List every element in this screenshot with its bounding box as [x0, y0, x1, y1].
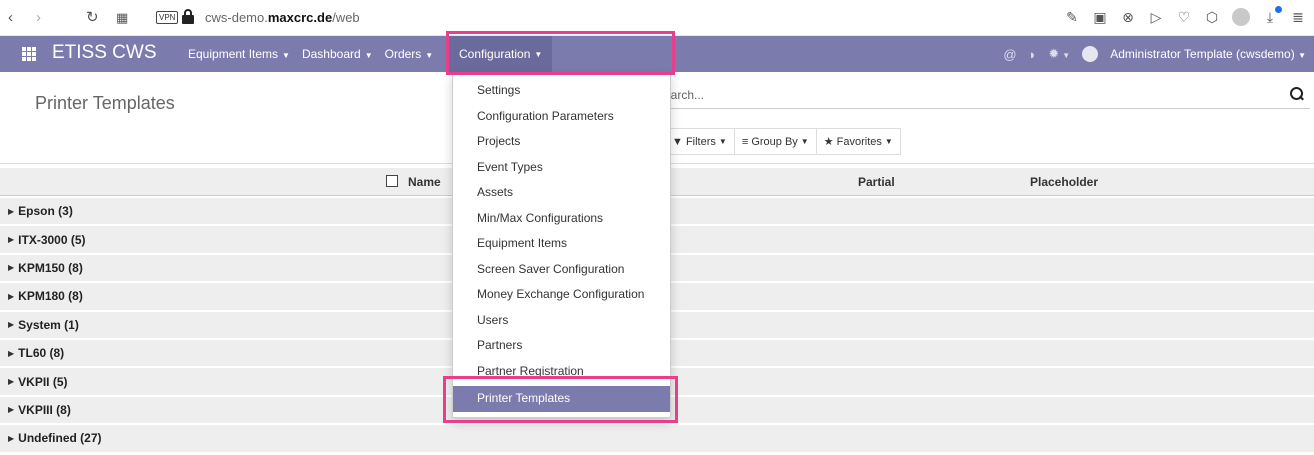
favorites-button[interactable]: ★ Favorites ▼: [815, 128, 901, 155]
url-prefix: cws-demo.: [205, 10, 268, 25]
dropdown-item-configuration-parameters[interactable]: Configuration Parameters: [453, 104, 670, 130]
browser-tools: ✎ ▣ ⊗ ▷ ♡ ⬡ ⤓ ≣: [1064, 6, 1306, 26]
search-input[interactable]: [656, 86, 1276, 104]
favorites-label: Favorites: [836, 135, 882, 148]
chat-icon[interactable]: ◗: [1029, 47, 1037, 62]
back-icon[interactable]: ‹: [8, 9, 13, 27]
vpn-badge[interactable]: VPN: [156, 11, 179, 24]
user-name: Administrator Template (cwsdemo): [1110, 47, 1295, 61]
caret-down-icon: ▼: [364, 51, 373, 60]
search-icon[interactable]: [1290, 87, 1304, 101]
column-placeholder[interactable]: Placeholder: [1030, 175, 1098, 189]
user-menu[interactable]: Administrator Template (cwsdemo) ▼: [1110, 47, 1306, 61]
dropdown-item-printer-templates[interactable]: Printer Templates: [453, 386, 670, 412]
edit-icon[interactable]: ✎: [1064, 8, 1080, 26]
caret-down-icon: ▼: [800, 137, 809, 146]
group-label: Epson (3): [18, 204, 73, 219]
star-icon: ★: [823, 136, 834, 148]
menu-orders[interactable]: Orders ▼: [385, 47, 434, 61]
dropdown-item-event-types[interactable]: Event Types: [453, 155, 670, 181]
dropdown-item-screen-saver-configuration[interactable]: Screen Saver Configuration: [453, 257, 670, 283]
dropdown-item-partners[interactable]: Partners: [453, 333, 670, 359]
expand-icon: ▶: [8, 433, 15, 443]
heart-icon[interactable]: ♡: [1176, 8, 1192, 26]
caret-down-icon: ▼: [534, 49, 543, 59]
reload-icon[interactable]: ↻: [86, 9, 99, 27]
page-title: Printer Templates: [35, 93, 175, 113]
url-host: maxcrc.de: [267, 10, 333, 25]
menu-label: Configuration: [459, 47, 531, 61]
dropdown-item-users[interactable]: Users: [453, 308, 670, 334]
menu-equipment-items[interactable]: Equipment Items ▼: [188, 47, 290, 61]
caret-down-icon: ▼: [425, 51, 434, 60]
expand-icon: ▶: [8, 206, 15, 216]
shield-icon[interactable]: ⊗: [1120, 8, 1136, 26]
menu-label: Dashboard: [301, 47, 361, 61]
dropdown-item-projects[interactable]: Projects: [453, 129, 670, 155]
group-by-button[interactable]: ≡ Group By ▼: [733, 128, 817, 155]
bug-icon[interactable]: ✹ ▼: [1048, 46, 1070, 62]
filters-button[interactable]: ▼ Filters ▼: [664, 128, 735, 155]
group-row-undefined[interactable]: ▶ Undefined (27): [0, 425, 1314, 454]
group-label: System (1): [18, 317, 79, 332]
expand-icon: ▶: [8, 405, 15, 415]
caret-down-icon: ▼: [718, 137, 727, 146]
forward-icon[interactable]: ›: [36, 9, 41, 27]
dropdown-item-settings[interactable]: Settings: [453, 78, 670, 104]
menu-configuration[interactable]: Configuration ▼: [449, 36, 553, 72]
caret-down-icon: ▼: [884, 137, 893, 146]
url-path: /web: [332, 10, 360, 25]
at-icon[interactable]: @: [1003, 47, 1016, 62]
download-dot: [1275, 6, 1282, 13]
profile-icon[interactable]: [1232, 8, 1250, 26]
user-avatar[interactable]: [1082, 46, 1099, 62]
group-label: TL60 (8): [18, 346, 65, 361]
select-all-checkbox[interactable]: [386, 175, 398, 187]
navbar-right: @ ◗ ✹ ▼ Administrator Template (cwsdemo) …: [1003, 36, 1306, 72]
dropdown-item-min-max-configurations[interactable]: Min/Max Configurations: [453, 206, 670, 232]
lock-icon[interactable]: [182, 9, 194, 25]
dropdown-item-equipment-items[interactable]: Equipment Items: [453, 231, 670, 257]
dropdown-item-partner-registration[interactable]: Partner Registration: [453, 359, 670, 385]
download-icon[interactable]: ⤓: [1262, 6, 1282, 26]
column-name[interactable]: Name: [408, 175, 441, 189]
caret-down-icon: ▼: [282, 51, 290, 60]
filters-label: Filters: [685, 135, 716, 148]
funnel-icon: ▼: [672, 135, 683, 148]
menu-dashboard[interactable]: Dashboard ▼: [302, 47, 373, 61]
expand-icon: ▶: [8, 235, 15, 245]
group-label: VKPII (5): [18, 374, 68, 389]
menu-label: Equipment Items: [188, 47, 279, 61]
apps-grid-icon[interactable]: [22, 47, 36, 61]
configuration-dropdown: Settings Configuration Parameters Projec…: [452, 72, 671, 418]
expand-icon: ▶: [8, 348, 15, 358]
speed-dial-icon[interactable]: ▦: [116, 9, 128, 27]
group-label: KPM150 (8): [18, 260, 83, 275]
nav-menu: Equipment Items ▼ Dashboard ▼ Orders ▼: [188, 36, 445, 72]
camera-icon[interactable]: ▣: [1092, 8, 1108, 26]
send-icon[interactable]: ▷: [1148, 8, 1164, 26]
browser-toolbar: ‹ › ↻ ▦ VPN cws-demo.maxcrc.de/web ✎ ▣ ⊗…: [0, 0, 1314, 36]
expand-icon: ▶: [8, 291, 15, 301]
group-label: KPM180 (8): [18, 289, 83, 304]
group-label: Undefined (27): [18, 431, 102, 446]
group-label: ITX-3000 (5): [18, 232, 86, 247]
dropdown-item-money-exchange-configuration[interactable]: Money Exchange Configuration: [453, 282, 670, 308]
address-bar[interactable]: cws-demo.maxcrc.de/web: [205, 9, 360, 27]
group-label: VKPIII (8): [18, 402, 71, 417]
menu-label: Orders: [384, 47, 422, 61]
expand-icon: ▶: [8, 377, 15, 387]
dropdown-item-assets[interactable]: Assets: [453, 180, 670, 206]
column-partial[interactable]: Partial: [858, 175, 895, 189]
app-navbar: ETISS CWS Equipment Items ▼ Dashboard ▼ Or…: [0, 36, 1314, 72]
filter-bar: ▼ Filters ▼ ≡ Group By ▼ ★ Favorites ▼: [664, 128, 901, 155]
expand-icon: ▶: [8, 263, 15, 273]
group-by-label: Group By: [751, 135, 798, 148]
brand-title[interactable]: ETISS CWS: [52, 42, 157, 64]
expand-icon: ▶: [8, 320, 15, 330]
list-icon: ≡: [741, 135, 749, 148]
cube-icon[interactable]: ⬡: [1204, 8, 1220, 26]
search-box: [656, 82, 1310, 109]
settings-icon[interactable]: ≣: [1290, 8, 1306, 26]
